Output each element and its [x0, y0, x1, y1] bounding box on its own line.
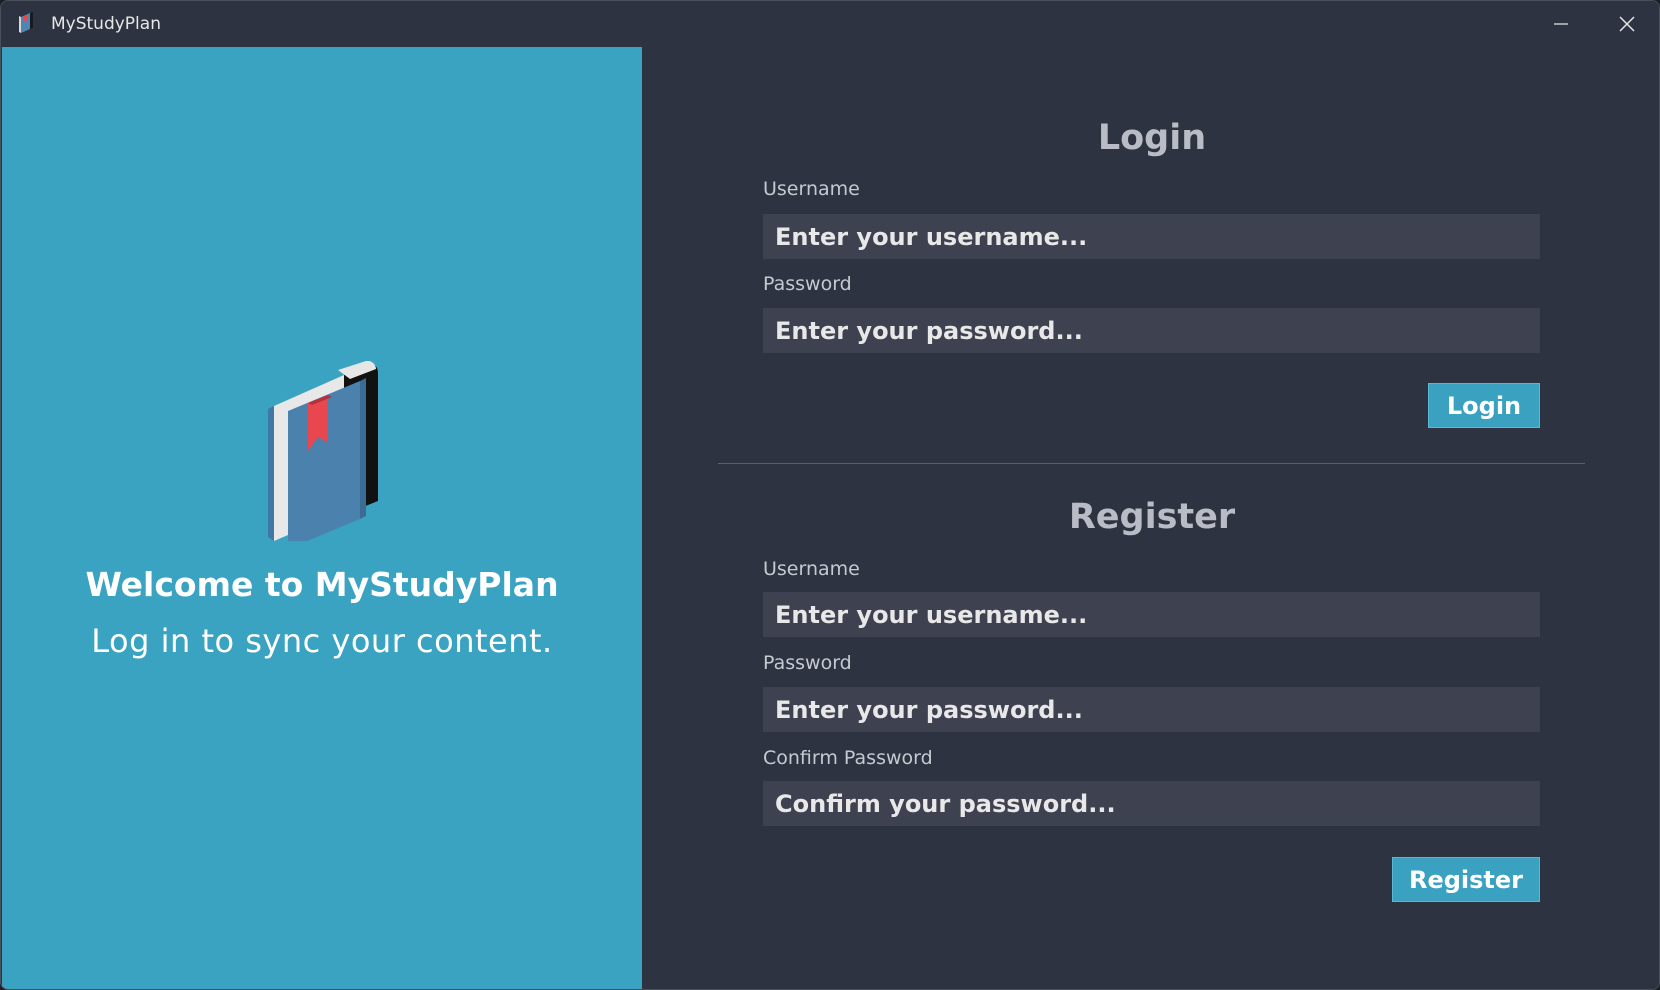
login-password-input[interactable]: [763, 308, 1540, 353]
book-with-bookmark-icon: [268, 361, 378, 541]
minimize-button[interactable]: [1529, 1, 1593, 46]
register-username-label: Username: [763, 558, 860, 580]
close-button[interactable]: [1595, 1, 1659, 46]
register-button[interactable]: Register: [1392, 857, 1540, 902]
welcome-subtitle: Log in to sync your content.: [91, 622, 553, 660]
welcome-panel: Welcome to MyStudyPlan Log in to sync yo…: [2, 47, 642, 989]
register-confirm-label: Confirm Password: [763, 747, 933, 769]
book-icon: [19, 12, 33, 33]
register-password-label: Password: [763, 652, 852, 674]
login-username-label: Username: [763, 178, 860, 200]
login-button[interactable]: Login: [1428, 383, 1540, 428]
app-window: MyStudyPlan Welcome to MyStudyPlan Log i…: [0, 0, 1660, 990]
window-title: MyStudyPlan: [51, 14, 161, 34]
register-username-input[interactable]: [763, 592, 1540, 637]
minimize-icon: [1554, 22, 1568, 25]
welcome-title: Welcome to MyStudyPlan: [85, 565, 559, 604]
login-title: Login: [1097, 118, 1207, 158]
auth-panel: Login Username Password Login Register U…: [643, 47, 1659, 989]
register-password-input[interactable]: [763, 687, 1540, 732]
register-confirm-input[interactable]: [763, 781, 1540, 826]
register-title: Register: [1068, 497, 1236, 537]
login-password-label: Password: [763, 273, 852, 295]
close-icon: [1619, 15, 1635, 32]
section-divider: [718, 463, 1585, 464]
title-bar: MyStudyPlan: [1, 1, 1659, 46]
login-username-input[interactable]: [763, 214, 1540, 259]
